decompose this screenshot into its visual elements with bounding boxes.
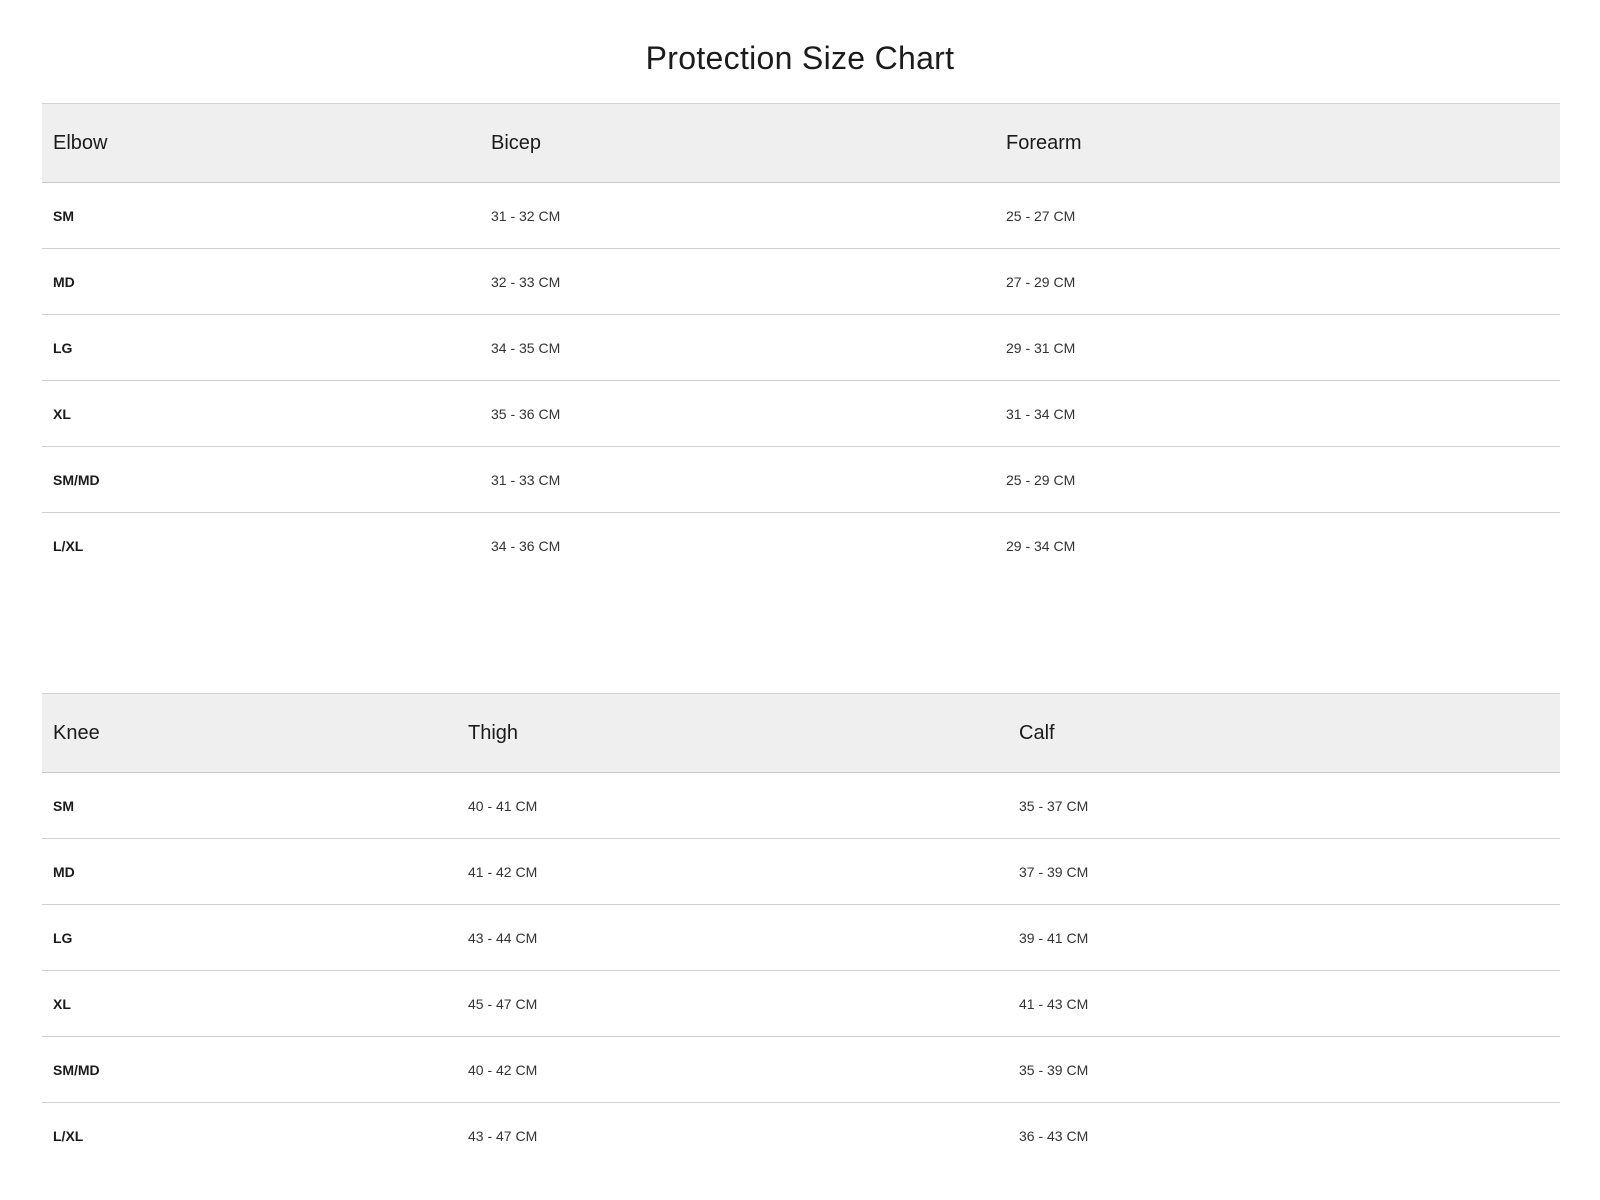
- thigh-cell: 43 - 47 CM: [468, 1127, 538, 1144]
- calf-cell: 41 - 43 CM: [1008, 970, 1560, 1037]
- thigh-cell: 41 - 42 CM: [457, 838, 1008, 905]
- thigh-cell: 43 - 44 CM: [457, 904, 1008, 971]
- table-row: XL 45 - 47 CM 41 - 43 CM: [42, 970, 1560, 1037]
- forearm-cell: 29 - 34 CM: [1006, 537, 1076, 554]
- size-cell: SM: [42, 772, 457, 839]
- page-title: Protection Size Chart: [645, 40, 955, 76]
- bicep-cell: 34 - 36 CM: [491, 537, 561, 554]
- bicep-cell: 32 - 33 CM: [480, 248, 995, 315]
- header-knee: Knee: [42, 693, 457, 773]
- size-cell: XL: [42, 970, 457, 1037]
- table-row: LG 34 - 35 CM 29 - 31 CM: [42, 314, 1560, 381]
- size-cell: XL: [42, 380, 480, 447]
- thigh-cell: 40 - 41 CM: [457, 772, 1008, 839]
- calf-cell: 35 - 37 CM: [1008, 772, 1560, 839]
- elbow-size-table: Elbow Bicep Forearm SM 31 - 32 CM 25 - 2…: [42, 103, 1560, 579]
- size-cell: MD: [42, 248, 480, 315]
- table-header-row: Knee Thigh Calf: [42, 693, 1560, 773]
- size-cell: LG: [42, 904, 457, 971]
- thigh-cell: 40 - 42 CM: [457, 1036, 1008, 1103]
- header-thigh: Thigh: [457, 693, 1008, 773]
- table-row: L/XL 43 - 47 CM 36 - 43 CM: [42, 1103, 1560, 1169]
- knee-size-table: Knee Thigh Calf SM 40 - 41 CM 35 - 37 CM…: [42, 693, 1560, 1169]
- table-row: SM/MD 40 - 42 CM 35 - 39 CM: [42, 1036, 1560, 1103]
- calf-cell: 39 - 41 CM: [1008, 904, 1560, 971]
- bicep-cell: 31 - 33 CM: [480, 446, 995, 513]
- table-row: SM 31 - 32 CM 25 - 27 CM: [42, 182, 1560, 249]
- table-row: LG 43 - 44 CM 39 - 41 CM: [42, 904, 1560, 971]
- size-cell: SM/MD: [42, 1036, 457, 1103]
- forearm-cell: 25 - 29 CM: [995, 446, 1560, 513]
- header-elbow: Elbow: [42, 103, 480, 183]
- bicep-cell: 35 - 36 CM: [480, 380, 995, 447]
- size-cell: SM: [42, 182, 480, 249]
- forearm-cell: 25 - 27 CM: [995, 182, 1560, 249]
- bicep-cell: 31 - 32 CM: [480, 182, 995, 249]
- calf-cell: 36 - 43 CM: [1019, 1127, 1089, 1144]
- forearm-cell: 27 - 29 CM: [995, 248, 1560, 315]
- header-calf: Calf: [1008, 693, 1560, 773]
- header-bicep: Bicep: [480, 103, 995, 183]
- calf-cell: 35 - 39 CM: [1008, 1036, 1560, 1103]
- size-cell: SM/MD: [42, 446, 480, 513]
- table-row: SM 40 - 41 CM 35 - 37 CM: [42, 772, 1560, 839]
- size-cell: LG: [42, 314, 480, 381]
- forearm-cell: 31 - 34 CM: [995, 380, 1560, 447]
- table-row: MD 41 - 42 CM 37 - 39 CM: [42, 838, 1560, 905]
- bicep-cell: 34 - 35 CM: [480, 314, 995, 381]
- size-cell: L/XL: [53, 537, 84, 554]
- table-row: MD 32 - 33 CM 27 - 29 CM: [42, 248, 1560, 315]
- forearm-cell: 29 - 31 CM: [995, 314, 1560, 381]
- calf-cell: 37 - 39 CM: [1008, 838, 1560, 905]
- size-cell: L/XL: [53, 1127, 84, 1144]
- size-cell: MD: [42, 838, 457, 905]
- table-row: SM/MD 31 - 33 CM 25 - 29 CM: [42, 446, 1560, 513]
- thigh-cell: 45 - 47 CM: [457, 970, 1008, 1037]
- table-row: L/XL 34 - 36 CM 29 - 34 CM: [42, 513, 1560, 579]
- table-row: XL 35 - 36 CM 31 - 34 CM: [42, 380, 1560, 447]
- table-header-row: Elbow Bicep Forearm: [42, 103, 1560, 183]
- header-forearm: Forearm: [995, 103, 1560, 183]
